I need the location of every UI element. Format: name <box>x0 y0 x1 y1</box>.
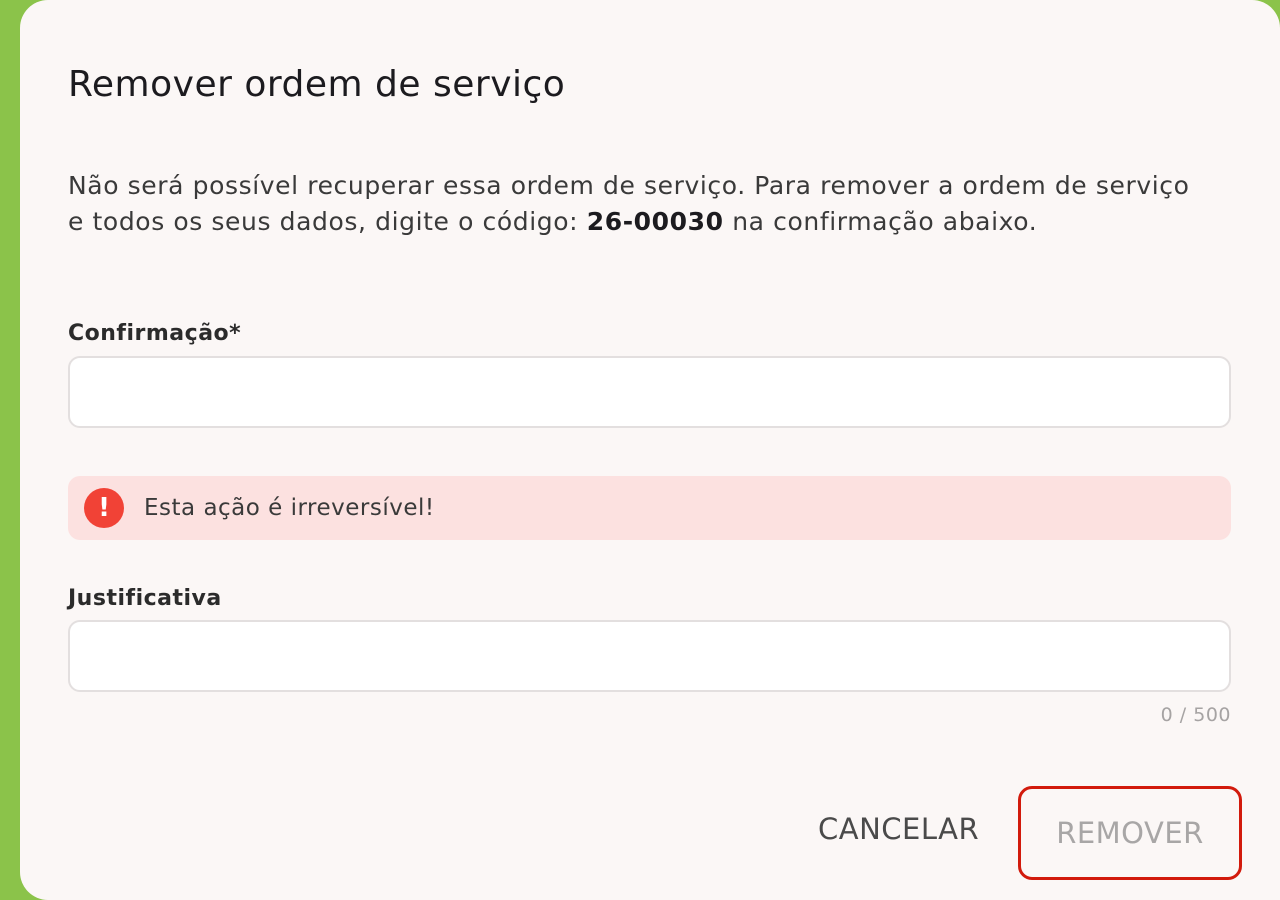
dialog-title: Remover ordem de serviço <box>68 64 566 105</box>
dialog-message: Não será possível recuperar essa ordem d… <box>68 168 1198 240</box>
message-text-after: na confirmação abaixo. <box>723 207 1038 236</box>
justification-label: Justificativa <box>68 586 222 611</box>
confirmation-input[interactable] <box>68 356 1231 428</box>
exclamation-icon: ! <box>84 488 124 528</box>
cancel-button[interactable]: CANCELAR <box>818 812 979 846</box>
justification-input[interactable] <box>68 620 1231 692</box>
remove-order-dialog: Remover ordem de serviço Não será possív… <box>20 0 1280 900</box>
order-code: 26-00030 <box>586 207 724 236</box>
confirmation-label: Confirmação* <box>68 321 242 346</box>
remove-button[interactable]: REMOVER <box>1018 786 1242 880</box>
character-counter: 0 / 500 <box>1160 704 1231 726</box>
irreversible-alert: ! Esta ação é irreversível! <box>68 476 1231 540</box>
alert-text: Esta ação é irreversível! <box>144 495 435 521</box>
